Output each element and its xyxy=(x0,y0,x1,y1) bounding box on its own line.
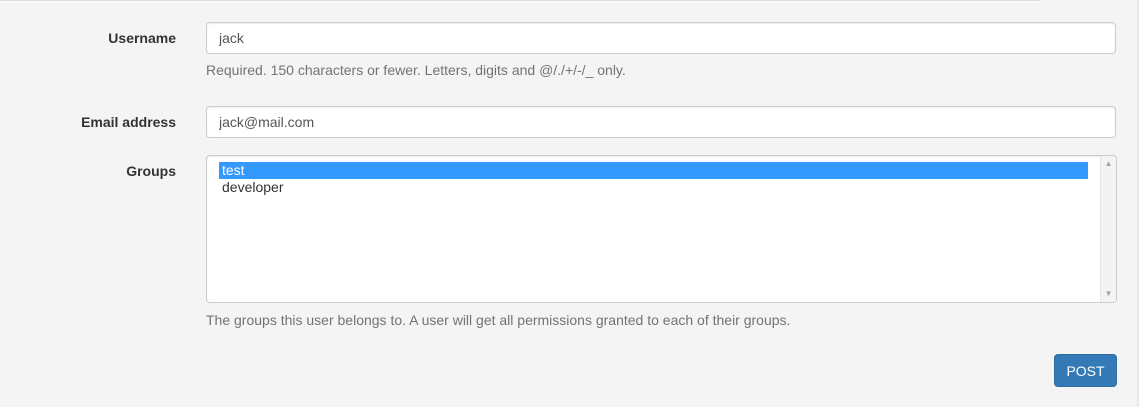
group-option-test[interactable]: test xyxy=(219,162,1088,179)
scroll-up-icon[interactable]: ▲ xyxy=(1101,158,1116,170)
scroll-down-icon[interactable]: ▼ xyxy=(1101,288,1116,300)
groups-help-text: The groups this user belongs to. A user … xyxy=(206,312,791,328)
username-label: Username xyxy=(108,30,176,46)
username-input[interactable] xyxy=(206,22,1116,54)
top-divider xyxy=(0,0,1040,3)
groups-scrollbar[interactable]: ▲ ▼ xyxy=(1100,156,1116,302)
email-input[interactable] xyxy=(206,106,1116,138)
groups-multiselect[interactable]: test developer ▲ ▼ xyxy=(206,155,1117,303)
post-button[interactable]: POST xyxy=(1054,354,1117,387)
username-help-text: Required. 150 characters or fewer. Lette… xyxy=(206,62,626,78)
user-form-page: Username Required. 150 characters or few… xyxy=(0,0,1139,407)
group-option-developer[interactable]: developer xyxy=(219,179,1088,196)
email-label: Email address xyxy=(81,114,176,130)
groups-label: Groups xyxy=(126,163,176,179)
